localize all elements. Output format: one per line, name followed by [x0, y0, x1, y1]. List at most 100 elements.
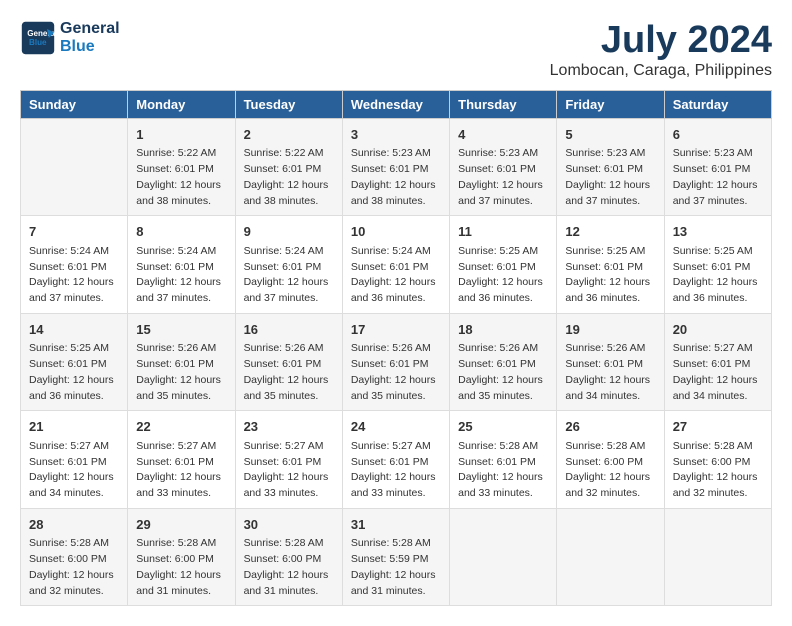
header-monday: Monday	[128, 90, 235, 118]
day-number: 27	[673, 417, 763, 437]
cell-content: Sunrise: 5:27 AM Sunset: 6:01 PM Dayligh…	[29, 439, 119, 502]
day-number: 17	[351, 320, 441, 340]
day-number: 13	[673, 222, 763, 242]
day-number: 25	[458, 417, 548, 437]
day-number: 8	[136, 222, 226, 242]
calendar-cell: 14Sunrise: 5:25 AM Sunset: 6:01 PM Dayli…	[21, 313, 128, 411]
cell-content: Sunrise: 5:23 AM Sunset: 6:01 PM Dayligh…	[458, 146, 548, 209]
cell-content: Sunrise: 5:26 AM Sunset: 6:01 PM Dayligh…	[458, 341, 548, 404]
calendar-cell: 28Sunrise: 5:28 AM Sunset: 6:00 PM Dayli…	[21, 508, 128, 606]
cell-content: Sunrise: 5:28 AM Sunset: 6:00 PM Dayligh…	[565, 439, 655, 502]
cell-content: Sunrise: 5:28 AM Sunset: 6:00 PM Dayligh…	[136, 536, 226, 599]
calendar-cell: 24Sunrise: 5:27 AM Sunset: 6:01 PM Dayli…	[342, 411, 449, 509]
calendar-cell: 4Sunrise: 5:23 AM Sunset: 6:01 PM Daylig…	[450, 118, 557, 216]
day-number: 16	[244, 320, 334, 340]
day-number: 24	[351, 417, 441, 437]
calendar-cell: 23Sunrise: 5:27 AM Sunset: 6:01 PM Dayli…	[235, 411, 342, 509]
calendar-header-row: SundayMondayTuesdayWednesdayThursdayFrid…	[21, 90, 772, 118]
calendar-cell	[557, 508, 664, 606]
cell-content: Sunrise: 5:25 AM Sunset: 6:01 PM Dayligh…	[29, 341, 119, 404]
cell-content: Sunrise: 5:25 AM Sunset: 6:01 PM Dayligh…	[673, 244, 763, 307]
calendar-cell: 5Sunrise: 5:23 AM Sunset: 6:01 PM Daylig…	[557, 118, 664, 216]
calendar-cell: 31Sunrise: 5:28 AM Sunset: 5:59 PM Dayli…	[342, 508, 449, 606]
calendar-cell: 22Sunrise: 5:27 AM Sunset: 6:01 PM Dayli…	[128, 411, 235, 509]
day-number: 26	[565, 417, 655, 437]
day-number: 28	[29, 515, 119, 535]
calendar-cell	[450, 508, 557, 606]
calendar-cell: 2Sunrise: 5:22 AM Sunset: 6:01 PM Daylig…	[235, 118, 342, 216]
page-header: General Blue General Blue July 2024 Lomb…	[20, 20, 772, 80]
day-number: 31	[351, 515, 441, 535]
header-friday: Friday	[557, 90, 664, 118]
cell-content: Sunrise: 5:27 AM Sunset: 6:01 PM Dayligh…	[136, 439, 226, 502]
calendar-cell: 15Sunrise: 5:26 AM Sunset: 6:01 PM Dayli…	[128, 313, 235, 411]
cell-content: Sunrise: 5:26 AM Sunset: 6:01 PM Dayligh…	[565, 341, 655, 404]
cell-content: Sunrise: 5:24 AM Sunset: 6:01 PM Dayligh…	[29, 244, 119, 307]
calendar-cell: 18Sunrise: 5:26 AM Sunset: 6:01 PM Dayli…	[450, 313, 557, 411]
header-saturday: Saturday	[664, 90, 771, 118]
cell-content: Sunrise: 5:23 AM Sunset: 6:01 PM Dayligh…	[351, 146, 441, 209]
cell-content: Sunrise: 5:28 AM Sunset: 5:59 PM Dayligh…	[351, 536, 441, 599]
calendar-cell: 29Sunrise: 5:28 AM Sunset: 6:00 PM Dayli…	[128, 508, 235, 606]
cell-content: Sunrise: 5:26 AM Sunset: 6:01 PM Dayligh…	[136, 341, 226, 404]
calendar-cell: 26Sunrise: 5:28 AM Sunset: 6:00 PM Dayli…	[557, 411, 664, 509]
cell-content: Sunrise: 5:26 AM Sunset: 6:01 PM Dayligh…	[351, 341, 441, 404]
calendar-cell: 30Sunrise: 5:28 AM Sunset: 6:00 PM Dayli…	[235, 508, 342, 606]
day-number: 29	[136, 515, 226, 535]
cell-content: Sunrise: 5:26 AM Sunset: 6:01 PM Dayligh…	[244, 341, 334, 404]
header-tuesday: Tuesday	[235, 90, 342, 118]
day-number: 3	[351, 125, 441, 145]
cell-content: Sunrise: 5:25 AM Sunset: 6:01 PM Dayligh…	[458, 244, 548, 307]
calendar-cell: 10Sunrise: 5:24 AM Sunset: 6:01 PM Dayli…	[342, 216, 449, 314]
day-number: 9	[244, 222, 334, 242]
day-number: 6	[673, 125, 763, 145]
cell-content: Sunrise: 5:23 AM Sunset: 6:01 PM Dayligh…	[565, 146, 655, 209]
title-block: July 2024 Lombocan, Caraga, Philippines	[550, 20, 772, 80]
calendar-cell: 11Sunrise: 5:25 AM Sunset: 6:01 PM Dayli…	[450, 216, 557, 314]
day-number: 1	[136, 125, 226, 145]
cell-content: Sunrise: 5:24 AM Sunset: 6:01 PM Dayligh…	[351, 244, 441, 307]
logo: General Blue General Blue	[20, 20, 120, 56]
week-row-4: 21Sunrise: 5:27 AM Sunset: 6:01 PM Dayli…	[21, 411, 772, 509]
calendar-cell: 8Sunrise: 5:24 AM Sunset: 6:01 PM Daylig…	[128, 216, 235, 314]
cell-content: Sunrise: 5:27 AM Sunset: 6:01 PM Dayligh…	[351, 439, 441, 502]
day-number: 19	[565, 320, 655, 340]
cell-content: Sunrise: 5:22 AM Sunset: 6:01 PM Dayligh…	[244, 146, 334, 209]
day-number: 14	[29, 320, 119, 340]
day-number: 11	[458, 222, 548, 242]
calendar-cell: 16Sunrise: 5:26 AM Sunset: 6:01 PM Dayli…	[235, 313, 342, 411]
calendar-cell: 20Sunrise: 5:27 AM Sunset: 6:01 PM Dayli…	[664, 313, 771, 411]
calendar-cell	[664, 508, 771, 606]
header-sunday: Sunday	[21, 90, 128, 118]
logo-blue: Blue	[60, 38, 120, 56]
cell-content: Sunrise: 5:22 AM Sunset: 6:01 PM Dayligh…	[136, 146, 226, 209]
cell-content: Sunrise: 5:28 AM Sunset: 6:01 PM Dayligh…	[458, 439, 548, 502]
calendar-cell: 21Sunrise: 5:27 AM Sunset: 6:01 PM Dayli…	[21, 411, 128, 509]
calendar-cell: 12Sunrise: 5:25 AM Sunset: 6:01 PM Dayli…	[557, 216, 664, 314]
day-number: 12	[565, 222, 655, 242]
header-thursday: Thursday	[450, 90, 557, 118]
cell-content: Sunrise: 5:28 AM Sunset: 6:00 PM Dayligh…	[29, 536, 119, 599]
day-number: 23	[244, 417, 334, 437]
day-number: 2	[244, 125, 334, 145]
calendar-cell: 13Sunrise: 5:25 AM Sunset: 6:01 PM Dayli…	[664, 216, 771, 314]
day-number: 7	[29, 222, 119, 242]
calendar-cell	[21, 118, 128, 216]
cell-content: Sunrise: 5:25 AM Sunset: 6:01 PM Dayligh…	[565, 244, 655, 307]
calendar-title: July 2024	[550, 20, 772, 62]
week-row-5: 28Sunrise: 5:28 AM Sunset: 6:00 PM Dayli…	[21, 508, 772, 606]
week-row-2: 7Sunrise: 5:24 AM Sunset: 6:01 PM Daylig…	[21, 216, 772, 314]
calendar-cell: 1Sunrise: 5:22 AM Sunset: 6:01 PM Daylig…	[128, 118, 235, 216]
calendar-cell: 7Sunrise: 5:24 AM Sunset: 6:01 PM Daylig…	[21, 216, 128, 314]
logo-icon: General Blue	[20, 20, 56, 56]
calendar-cell: 27Sunrise: 5:28 AM Sunset: 6:00 PM Dayli…	[664, 411, 771, 509]
calendar-cell: 19Sunrise: 5:26 AM Sunset: 6:01 PM Dayli…	[557, 313, 664, 411]
day-number: 15	[136, 320, 226, 340]
cell-content: Sunrise: 5:28 AM Sunset: 6:00 PM Dayligh…	[244, 536, 334, 599]
calendar-cell: 25Sunrise: 5:28 AM Sunset: 6:01 PM Dayli…	[450, 411, 557, 509]
svg-text:Blue: Blue	[29, 38, 47, 47]
week-row-1: 1Sunrise: 5:22 AM Sunset: 6:01 PM Daylig…	[21, 118, 772, 216]
cell-content: Sunrise: 5:27 AM Sunset: 6:01 PM Dayligh…	[244, 439, 334, 502]
calendar-cell: 9Sunrise: 5:24 AM Sunset: 6:01 PM Daylig…	[235, 216, 342, 314]
calendar-table: SundayMondayTuesdayWednesdayThursdayFrid…	[20, 90, 772, 607]
